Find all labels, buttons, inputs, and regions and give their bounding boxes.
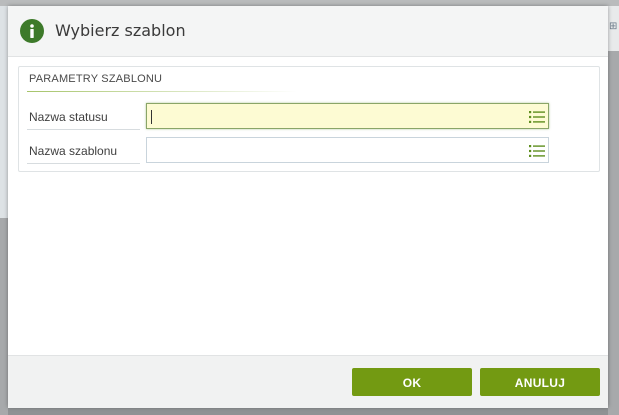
status-name-label: Nazwa statusu	[29, 110, 108, 124]
section-legend: PARAMETRY SZABLONU	[29, 73, 163, 85]
status-name-input[interactable]	[151, 107, 521, 125]
template-name-field[interactable]	[146, 137, 549, 163]
info-icon	[20, 19, 44, 43]
backdrop-left-panel	[0, 6, 8, 218]
label-divider	[27, 129, 140, 130]
cancel-button[interactable]: ANULUJ	[480, 368, 600, 396]
template-parameters-section: PARAMETRY SZABLONU Nazwa statusu Nazwa s…	[18, 66, 600, 172]
template-name-label: Nazwa szablonu	[29, 144, 118, 158]
dialog-header: Wybierz szablon	[8, 6, 608, 57]
status-name-row: Nazwa statusu	[19, 103, 599, 131]
list-icon[interactable]	[528, 110, 546, 124]
dialog-title: Wybierz szablon	[55, 21, 186, 40]
text-caret	[151, 110, 152, 124]
dialog-footer: OK ANULUJ	[8, 355, 608, 408]
status-name-field[interactable]	[146, 103, 549, 129]
backdrop-grid-icon: ⊞	[609, 21, 618, 32]
backdrop-right	[608, 6, 619, 415]
template-name-input[interactable]	[151, 141, 521, 159]
ok-button[interactable]: OK	[352, 368, 472, 396]
label-divider	[27, 163, 140, 164]
list-icon[interactable]	[528, 144, 546, 158]
select-template-dialog: Wybierz szablon PARAMETRY SZABLONU Nazwa…	[8, 6, 608, 408]
template-name-row: Nazwa szablonu	[19, 137, 599, 165]
legend-divider	[27, 91, 297, 92]
